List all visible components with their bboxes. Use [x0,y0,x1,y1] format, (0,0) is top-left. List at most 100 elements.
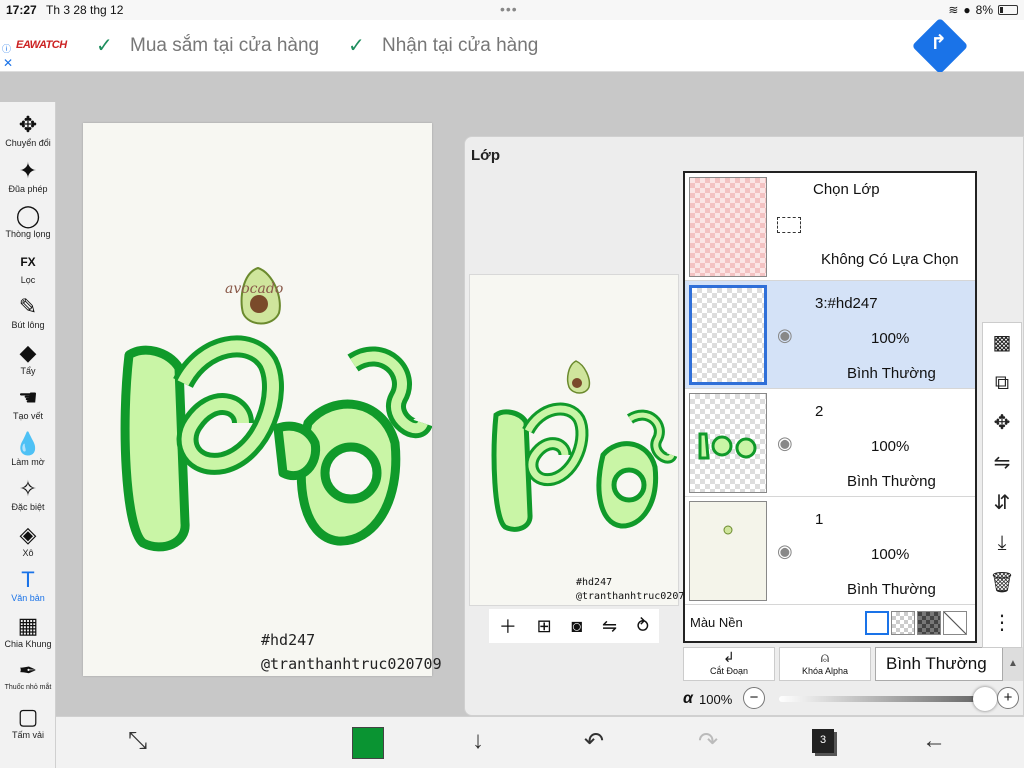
blend-mode-select[interactable]: Bình Thường [875,647,1003,681]
undo-icon[interactable]: ↶ [584,727,604,756]
clip-icon: ↲ [723,649,735,665]
work-area [0,72,1024,102]
alpha-value: 100% [699,692,733,707]
clip-button[interactable]: ↲ Cắt Đoạn [683,647,775,681]
eye-icon[interactable]: ◉ [777,433,793,454]
turn-right-icon: ↱ [930,31,947,54]
bg-dark-swatch[interactable] [917,611,941,635]
status-bar: 17:27 Th 3 28 thg 12 ••• ≋ ● 8% [0,0,1024,20]
tool-9[interactable]: ◈ Xô [0,520,56,566]
ad-close-icon[interactable]: ✕ [3,56,13,70]
tool-icon: ◆ [19,339,37,365]
tool-label: Bút lông [11,320,45,330]
canvas-caption-handle: @tranthanhtruc020709 [261,655,442,673]
flip-horizontal-icon[interactable]: ⇋ [602,616,617,637]
tool-icon: ◯ [15,203,41,228]
selection-status: Không Có Lựa Chọn [821,251,959,268]
ad-banner[interactable]: ⓘ ✕ EAWATCH ✓ Mua sắm tại cửa hàng ✓ Nhậ… [0,17,1024,75]
tool-1[interactable]: ✦ Đũa phép [0,156,56,202]
arrow-down-icon[interactable]: ↓ [472,727,484,755]
opacity-slider[interactable] [779,696,979,702]
layer-row[interactable]: ◉ 3:#hd247 100% Bình Thường [685,281,975,389]
bg-transparent-swatch[interactable] [891,611,915,635]
selection-marquee-icon [777,217,801,233]
tool-13[interactable]: ▢ Tấm vải [0,702,56,748]
layer-panel: Lớp #hd247 @tranthanhtruc020709 ＋ ⊞ ◙ ⇋ … [464,136,1024,716]
tool-icon: ✦ [18,157,38,183]
tool-label: Xô [22,547,34,558]
tool-icon: ☚ [18,385,38,410]
tool-icon: ✎ [18,294,38,319]
camera-icon[interactable]: ◙ [571,616,582,637]
flip-vertical-icon[interactable]: ⇵ [983,485,1021,521]
opacity-slider-knob[interactable] [973,687,997,711]
tool-2[interactable]: ◯ Thòng lọng [0,201,56,247]
add-layer-icon[interactable]: ＋ [499,613,517,639]
move-icon[interactable]: ✥ [983,405,1021,441]
tool-icon: ✒ [18,658,38,683]
layer-row[interactable]: ◉ 2 100% Bình Thường [685,389,975,497]
layer-actions-column: ▩ ⧉ ✥ ⇋ ⇵ ⤓ 🗑 ⋮ [982,322,1022,648]
back-arrow-icon[interactable]: ← [922,727,946,755]
layer-thumbnail [689,393,767,493]
left-toolbar: ✥ Chuyển đổi ✦ Đũa phép ◯ Thòng lọng FX Lọc ✎ Bút… [0,102,56,768]
tool-12[interactable]: ✒ Thuốc nhỏ mắt [0,656,56,702]
background-label: Màu Nền [690,615,743,630]
alpha-lock-button[interactable]: ⍝ Khóa Alpha [779,647,871,681]
tool-icon: ▢ [17,703,39,729]
layer-opacity: 100% [871,330,910,347]
flip-icon[interactable]: ⇋ [983,445,1021,481]
eye-icon[interactable]: ◉ [777,541,793,562]
tool-label: Tạo vết [12,411,43,421]
merge-layers-icon[interactable]: ⧉ [983,365,1021,401]
tool-5[interactable]: ◆ Tẩy [0,338,56,384]
bg-none-swatch[interactable] [943,611,967,635]
thumb-art [698,432,757,460]
ad-directions-button[interactable]: ↱ [911,17,969,75]
thumb-art [723,525,733,535]
trash-icon[interactable]: 🗑 [983,565,1021,601]
lock-icon: ⍝ [820,649,830,665]
tool-7[interactable]: 💧 Làm mờ [0,429,56,475]
opacity-decrease-button[interactable]: − [743,687,765,709]
layer-row[interactable]: ◉ 1 100% Bình Thường [685,497,975,605]
redo-icon[interactable]: ↷ [698,727,718,756]
avocado-script: avocado [225,281,283,297]
tool-11[interactable]: ▦ Chia Khung [0,611,56,657]
merge-down-icon[interactable]: ⤓ [983,525,1021,561]
opacity-increase-button[interactable]: + [997,687,1019,709]
current-color-swatch[interactable] [352,727,384,759]
ad-info-icon[interactable]: ⓘ [2,42,11,55]
more-icon[interactable]: ⋮ [983,605,1021,641]
tool-label: Đũa phép [8,183,48,194]
tool-icon: ✧ [18,476,38,501]
checker-icon[interactable]: ▩ [983,325,1021,361]
tool-label: Đặc biệt [11,502,45,512]
tool-6[interactable]: ☚ Tạo vết [0,383,56,429]
rotate-flip-icon[interactable]: ⥁ [637,616,649,637]
layers-count-icon[interactable]: 3 [812,729,834,753]
tool-icon: ✥ [18,112,38,137]
add-layer-copy-icon[interactable]: ⊞ [537,616,552,637]
selection-layer-row[interactable]: Chọn Lớp Không Có Lựa Chọn [685,173,975,281]
canvas-caption-hashtag: #hd247 [261,631,316,649]
tool-icon: ▦ [17,612,39,638]
layer-list: Chọn Lớp Không Có Lựa Chọn ◉ 3:#hd247 10… [683,171,977,643]
tool-4[interactable]: ✎ Bút lông [0,292,56,338]
tool-0[interactable]: ✥ Chuyển đổi [0,110,56,156]
caret-up-icon[interactable]: ▲ [1003,647,1023,681]
tool-8[interactable]: ✧ Đặc biệt [0,474,56,520]
tool-label: Thòng lọng [5,229,51,239]
ad-brand: EAWATCH [16,39,67,51]
alpha-symbol: α [683,690,693,707]
brush-swap-icon[interactable]: ⤡ [128,727,147,755]
tool-3[interactable]: FX Lọc [0,247,56,293]
tool-label: Thuốc nhỏ mắt [4,684,52,691]
drawing-canvas[interactable]: avocado #hd247 @tranthanhtruc020709 [83,123,442,676]
preview-toolbar: ＋ ⊞ ◙ ⇋ ⥁ [489,609,659,643]
bg-white-swatch[interactable] [865,611,889,635]
multitask-dots-icon[interactable]: ••• [500,1,518,17]
eye-icon[interactable]: ◉ [777,325,793,346]
tool-10[interactable]: T Văn bản [0,565,56,611]
alpha-lock-label: Khóa Alpha [801,666,849,676]
